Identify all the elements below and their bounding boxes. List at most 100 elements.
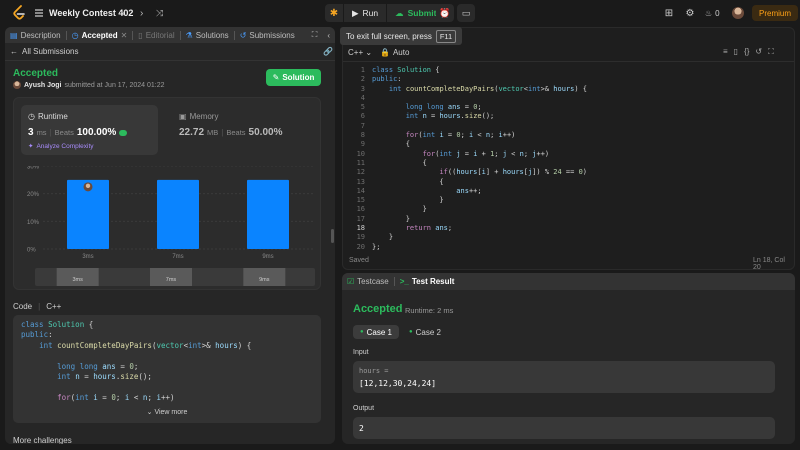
code-editor-panel: C++ ⌄ 🔒 Auto ≡ ▯ {} ↺ ⛶ 1 2 3 4 5 6 7 8 9 10 11 12 1… (342, 27, 795, 270)
editor-toolbar: ≡ ▯ {} ↺ ⛶ (723, 47, 774, 57)
chart-bar[interactable] (157, 179, 199, 249)
view-more-button[interactable]: ⌄ View more (13, 408, 321, 416)
sparkle-icon: ✦ (28, 143, 34, 150)
note-icon[interactable]: ▭ (457, 4, 475, 22)
tab-result-label: Test Result (411, 277, 455, 286)
case-1-tab[interactable]: ● Case 1 (353, 325, 399, 339)
alarm-icon[interactable]: ⏰ (436, 4, 454, 22)
separator: | (49, 128, 52, 137)
runtime-title: ◷ Runtime (28, 112, 68, 121)
edit-icon: ✎ (272, 73, 280, 82)
tab-solutions-label: Solutions (195, 30, 229, 40)
line-number-gutter: 1 2 3 4 5 6 7 8 9 10 11 12 13 14 15 16 17 18 19 20 (343, 66, 365, 252)
tab-description-label: Description (20, 30, 61, 40)
code-language: C++ (46, 302, 62, 311)
code-header: Code | C++ (13, 302, 61, 311)
input-box: hours = [12,12,30,24,24] (353, 361, 775, 393)
author-name[interactable]: Ayush Jogi (24, 82, 61, 89)
user-avatar-face (85, 183, 91, 189)
range-selector[interactable]: 3ms 7ms 9ms (35, 265, 335, 287)
case-1-label: Case 1 (366, 327, 392, 337)
clock-icon: ◷ (28, 112, 35, 121)
premium-button[interactable]: Premium (752, 5, 799, 21)
tab-editorial[interactable]: ▯ Editorial (133, 27, 179, 43)
lock-icon: 🔒 (380, 48, 390, 57)
debug-icon[interactable]: ✱ (325, 4, 343, 22)
bookmark-icon[interactable]: ▯ (734, 47, 738, 57)
chart-bar[interactable] (247, 179, 289, 249)
collapse-icon[interactable]: ‹ (322, 27, 335, 43)
layout-grid-icon[interactable]: ⊞ (663, 7, 675, 19)
range-label: 3ms (72, 277, 83, 283)
line-number: 11 (356, 158, 365, 167)
tab-accepted-label: Accepted (81, 30, 118, 40)
braces-icon[interactable]: {} (744, 47, 749, 57)
output-label: Output (353, 405, 375, 412)
flask-icon: ⚗ (185, 30, 193, 40)
line-number: 8 (360, 131, 365, 140)
analyze-label: Analyze Complexity (36, 142, 94, 150)
solution-button[interactable]: ✎ Solution (266, 69, 321, 86)
tab-editorial-label: Editorial (145, 30, 175, 40)
gear-icon[interactable]: ⚙ (684, 7, 696, 19)
language-select[interactable]: C++ ⌄ (348, 48, 372, 57)
history-icon: ↺ (239, 30, 247, 40)
close-icon[interactable]: ✕ (121, 31, 128, 40)
tab-description[interactable]: ▤ Description (5, 27, 66, 43)
share-link-icon[interactable]: 🔗 (323, 47, 333, 56)
auto-mode-toggle[interactable]: 🔒 Auto (380, 48, 409, 57)
contest-title[interactable]: Weekly Contest 402 (49, 6, 133, 20)
case-2-tab[interactable]: ● Case 2 (402, 325, 448, 339)
runtime-label: Runtime (37, 112, 68, 121)
runtime-stat: 3 ms | Beats 100.00% (28, 127, 128, 138)
tab-testcase[interactable]: ☑ Testcase (342, 274, 394, 290)
line-number: 17 (356, 214, 365, 223)
all-submissions-link[interactable]: ← All Submissions (10, 47, 78, 56)
analyze-complexity-link[interactable]: ✦ Analyze Complexity (28, 142, 94, 151)
line-number: 7 (360, 121, 365, 130)
runtime-unit: ms (36, 128, 47, 137)
toast-key: F11 (435, 29, 457, 43)
run-button[interactable]: ▶ Run (343, 4, 386, 22)
more-challenges-heading: More challenges (13, 436, 72, 444)
memory-beats-label: Beats (226, 128, 246, 137)
runtime-box[interactable]: ◷ Runtime 3 ms | Beats 100.00% ✦ Analyze… (21, 105, 158, 155)
cursor-position: Ln 18, Col 20 (753, 257, 785, 270)
chevron-right-icon[interactable]: › (140, 7, 150, 19)
avatar[interactable] (732, 7, 744, 19)
range-label: 9ms (259, 277, 270, 283)
format-icon[interactable]: ≡ (723, 47, 728, 57)
panel-resize-handle[interactable] (331, 229, 334, 243)
tab-accepted[interactable]: ◷ Accepted ✕ (67, 27, 133, 43)
shuffle-icon[interactable]: ⤨ (156, 7, 168, 19)
line-number: 20 (356, 242, 365, 251)
fire-icon: ♨ (705, 8, 713, 18)
book-icon: ▯ (138, 30, 143, 40)
tab-solutions[interactable]: ⚗ Solutions (181, 27, 234, 43)
memory-label: Memory (189, 112, 219, 121)
tab-submissions[interactable]: ↺ Submissions (235, 27, 300, 43)
memory-title[interactable]: ▣ Memory (179, 112, 218, 121)
leetcode-logo-icon[interactable] (12, 5, 26, 21)
submission-status: Accepted (13, 68, 59, 79)
reset-icon[interactable]: ↺ (755, 47, 762, 57)
fullscreen-icon[interactable]: ⛶ (768, 47, 774, 57)
memory-unit: MB (207, 128, 219, 137)
editor-code[interactable]: class Solution { public: int countComple… (372, 66, 587, 252)
maximize-icon[interactable]: ⛶ (307, 27, 323, 43)
submit-label: Submit (407, 8, 437, 18)
tab-test-result[interactable]: >_ Test Result (395, 274, 460, 290)
runtime-distribution-chart[interactable]: 0% 10% 20% 30% 3ms 7ms 9ms (13, 166, 321, 262)
separator: | (38, 302, 41, 311)
input-variable: hours = (359, 367, 389, 375)
line-number: 15 (356, 196, 365, 205)
y-tick-label: 20% (27, 192, 40, 198)
chevron-left-icon[interactable]: ‹ (122, 7, 132, 19)
author-avatar[interactable] (13, 81, 21, 89)
problem-list-icon[interactable] (34, 8, 44, 18)
line-number: 10 (356, 149, 365, 158)
line-number: 19 (356, 233, 365, 242)
test-result-panel: ☑ Testcase >_ Test Result Accepted Runti… (342, 273, 795, 444)
code-lines: class Solution { public: int countComple… (21, 320, 252, 402)
streak-counter[interactable]: ♨ 0 (705, 7, 720, 19)
